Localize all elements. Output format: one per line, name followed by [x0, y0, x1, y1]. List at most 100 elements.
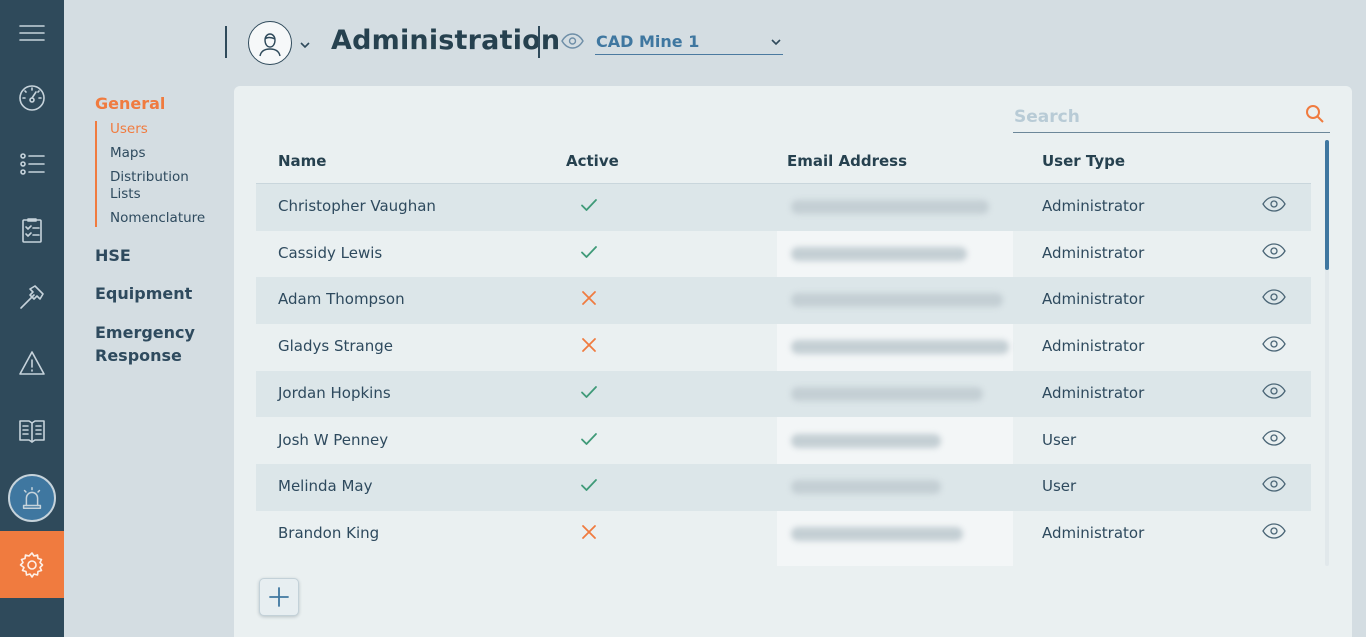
inspections-button[interactable] — [0, 197, 64, 263]
email-redacted — [791, 526, 963, 541]
subnav-item-users[interactable]: Users — [110, 121, 235, 138]
dashboard-button[interactable] — [0, 65, 64, 131]
subnav-item-distribution-lists[interactable]: Distribution Lists — [110, 169, 200, 203]
emergency-button[interactable] — [0, 465, 64, 531]
table-row[interactable]: Josh W Penney User — [256, 418, 1311, 465]
checklist-icon — [20, 153, 45, 175]
user-name: Adam Thompson — [278, 290, 405, 309]
email-redacted — [791, 340, 1009, 355]
search-box[interactable]: Search — [1013, 103, 1330, 133]
subnav-item-maps[interactable]: Maps — [110, 145, 235, 162]
documents-button[interactable] — [0, 397, 64, 463]
table-scrollbar-thumb[interactable] — [1325, 140, 1329, 270]
view-user-button[interactable] — [1262, 523, 1286, 541]
user-type: Administrator — [1042, 197, 1145, 215]
email-redacted — [791, 293, 1003, 308]
eye-icon — [1262, 196, 1286, 212]
email-redacted — [791, 246, 967, 261]
view-user-button[interactable] — [1262, 289, 1286, 307]
eye-icon — [1262, 336, 1286, 352]
page-title: Administration — [331, 25, 561, 56]
check-icon — [581, 245, 597, 258]
users-panel: Search Name Active Email Address User Ty… — [234, 86, 1352, 637]
user-avatar[interactable] — [248, 21, 292, 65]
eye-icon — [561, 33, 584, 49]
check-icon — [581, 385, 597, 398]
user-name: Gladys Strange — [278, 337, 393, 356]
add-user-button[interactable] — [259, 578, 299, 616]
user-type: Administrator — [1042, 243, 1145, 262]
email-redacted — [791, 386, 983, 401]
table-header: Name Active Email Address User Type — [256, 138, 1311, 184]
table-row[interactable]: Gladys Strange Administrator — [256, 324, 1311, 371]
clipboard-icon — [22, 218, 42, 243]
cross-icon — [582, 524, 596, 539]
user-menu-caret[interactable] — [299, 36, 311, 55]
warning-icon — [19, 351, 45, 375]
gear-icon — [19, 551, 44, 578]
user-type: User — [1042, 430, 1077, 449]
view-user-button[interactable] — [1262, 429, 1286, 448]
site-selector[interactable]: CAD Mine 1 — [595, 30, 783, 55]
search-input[interactable]: Search — [1014, 107, 1080, 127]
emergency-button-circle — [8, 474, 56, 522]
email-redacted — [791, 200, 989, 214]
subnav-emergency-response[interactable]: Emergency Response — [95, 321, 205, 367]
tasks-button[interactable] — [0, 131, 64, 197]
user-name: Christopher Vaughan — [278, 197, 436, 215]
chevron-down-icon — [300, 42, 310, 49]
hazards-button[interactable] — [0, 330, 64, 396]
table-row[interactable]: Cassidy Lewis Administrator — [256, 231, 1311, 278]
table-row[interactable]: Jordan Hopkins Administrator — [256, 370, 1311, 418]
table-row[interactable]: Melinda May User — [256, 464, 1311, 511]
eye-icon — [1262, 523, 1286, 539]
admin-subnav: General Users Maps Distribution Lists No… — [95, 94, 235, 367]
maintenance-button[interactable] — [0, 264, 64, 330]
eye-icon — [1262, 383, 1286, 399]
table-row[interactable]: Christopher Vaughan Administrator — [256, 184, 1311, 231]
email-redacted — [791, 480, 941, 495]
user-type: Administrator — [1042, 383, 1145, 402]
user-type: Administrator — [1042, 337, 1145, 356]
check-icon — [581, 479, 597, 492]
subnav-general[interactable]: General — [95, 94, 235, 113]
user-name: Jordan Hopkins — [278, 383, 391, 402]
user-name: Melinda May — [278, 477, 373, 496]
hamburger-icon — [19, 25, 45, 41]
view-user-button[interactable] — [1262, 336, 1286, 354]
eye-icon — [1262, 289, 1286, 306]
column-header-user-type[interactable]: User Type — [1042, 152, 1125, 170]
view-user-button[interactable] — [1262, 383, 1286, 401]
user-type: User — [1042, 477, 1077, 496]
user-name: Josh W Penney — [278, 430, 389, 449]
subnav-hse[interactable]: HSE — [95, 246, 235, 265]
users-table: Name Active Email Address User Type Chri… — [256, 138, 1311, 566]
eye-icon — [1262, 243, 1286, 259]
subnav-general-items: Users Maps Distribution Lists Nomenclatu… — [95, 121, 235, 227]
email-redacted — [791, 433, 941, 448]
user-name: Brandon King — [278, 523, 380, 542]
subnav-item-nomenclature[interactable]: Nomenclature — [110, 210, 235, 227]
header-divider — [538, 26, 540, 58]
subnav-equipment[interactable]: Equipment — [95, 284, 235, 303]
view-user-button[interactable] — [1262, 243, 1286, 261]
table-row[interactable]: Adam Thompson Administrator — [256, 277, 1311, 325]
settings-button[interactable] — [0, 531, 64, 598]
site-selector-value: CAD Mine 1 — [596, 32, 700, 51]
view-user-button[interactable] — [1262, 196, 1286, 214]
column-header-active[interactable]: Active — [566, 152, 619, 170]
search-icon[interactable] — [1305, 104, 1325, 124]
plus-icon — [269, 587, 289, 607]
column-header-email[interactable]: Email Address — [787, 152, 907, 170]
table-row[interactable]: Brandon King Administrator — [256, 511, 1311, 558]
user-name: Cassidy Lewis — [278, 243, 383, 262]
cross-icon — [582, 291, 596, 306]
check-icon — [581, 199, 597, 211]
view-user-button[interactable] — [1262, 476, 1286, 494]
menu-button[interactable] — [0, 0, 64, 66]
column-header-name[interactable]: Name — [278, 152, 326, 170]
eye-icon — [1262, 476, 1286, 492]
user-type: Administrator — [1042, 290, 1145, 309]
site-view-icon — [561, 33, 584, 53]
book-icon — [19, 420, 45, 443]
